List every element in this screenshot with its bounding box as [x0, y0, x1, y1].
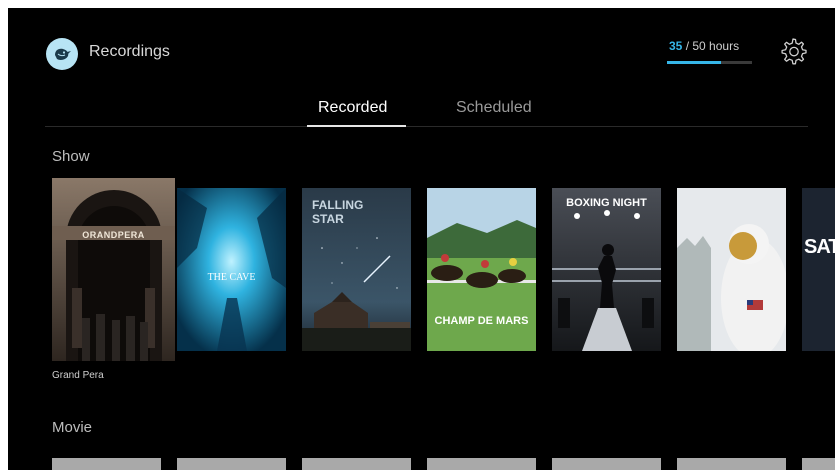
recording-tile-astronaut[interactable] — [677, 188, 786, 351]
section-title-show: Show — [52, 148, 90, 165]
recording-tile-grand-pera[interactable]: ORANDPERA — [52, 178, 175, 361]
storage-progress-fill — [667, 61, 722, 64]
recording-tile-boxing-night[interactable]: BOXING NIGHT — [552, 188, 661, 351]
movie-tile[interactable] — [427, 458, 536, 470]
recording-tile-the-cave[interactable]: THE CAVE — [177, 188, 286, 351]
tile-title: SATU — [804, 236, 835, 258]
storage-used: 35 — [669, 39, 683, 53]
recording-tile-champ-de-mars[interactable]: CHAMP DE MARS — [427, 188, 536, 351]
active-tab-indicator — [307, 125, 406, 127]
tab-recorded[interactable]: Recorded — [318, 99, 387, 117]
tile-title: THE CAVE — [207, 272, 256, 283]
tile-title: ORANDPERA — [82, 230, 145, 240]
recording-tile-falling-star[interactable]: FALLING STAR — [302, 188, 411, 351]
movie-tile[interactable] — [677, 458, 786, 470]
movie-tile[interactable] — [52, 458, 161, 470]
tv-app-screen: Recordings 35 / 50 hours Recorded Schedu… — [0, 0, 835, 470]
recording-tile-partial[interactable]: SATU — [802, 188, 835, 351]
tab-scheduled[interactable]: Scheduled — [456, 99, 532, 117]
storage-progress-bar — [667, 61, 752, 64]
storage-total: 50 hours — [692, 39, 740, 53]
movie-tile[interactable] — [552, 458, 661, 470]
storage-separator: / — [682, 39, 693, 53]
tile-title: CHAMP DE MARS — [434, 315, 529, 327]
tile-title: BOXING NIGHT — [566, 197, 647, 209]
bird-logo-icon — [46, 38, 78, 70]
settings-gear-icon[interactable] — [779, 37, 807, 65]
storage-readout: 35 / 50 hours — [669, 39, 739, 53]
focused-item-caption: Grand Pera — [52, 370, 104, 381]
screen-border-left — [0, 0, 8, 470]
tile-title: FALLING STAR — [312, 198, 364, 226]
app-title: Recordings — [89, 43, 170, 60]
movie-tile[interactable] — [177, 458, 286, 470]
tabs-divider — [45, 126, 808, 127]
section-title-movie: Movie — [52, 419, 93, 436]
movie-tile[interactable] — [802, 458, 835, 470]
movie-tile[interactable] — [302, 458, 411, 470]
screen-border-top — [0, 0, 835, 8]
